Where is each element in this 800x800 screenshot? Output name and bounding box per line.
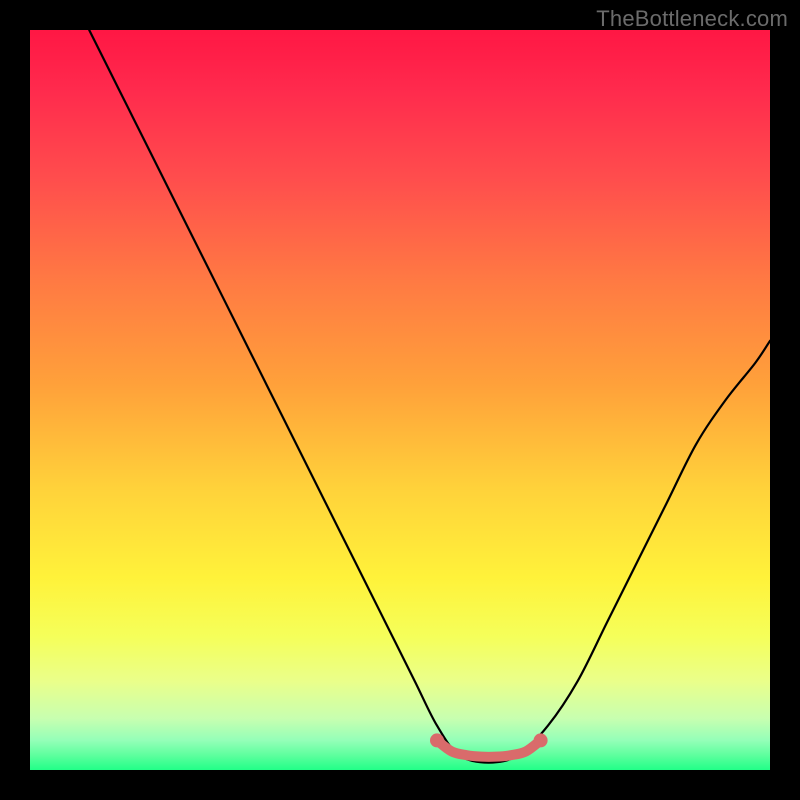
bottom-highlight	[437, 740, 541, 756]
watermark-text: TheBottleneck.com	[596, 6, 788, 32]
highlight-dot	[534, 733, 548, 747]
bottleneck-curve	[89, 30, 770, 763]
chart-frame: TheBottleneck.com	[0, 0, 800, 800]
curve-layer	[30, 30, 770, 770]
plot-area	[30, 30, 770, 770]
highlight-dot	[430, 733, 444, 747]
